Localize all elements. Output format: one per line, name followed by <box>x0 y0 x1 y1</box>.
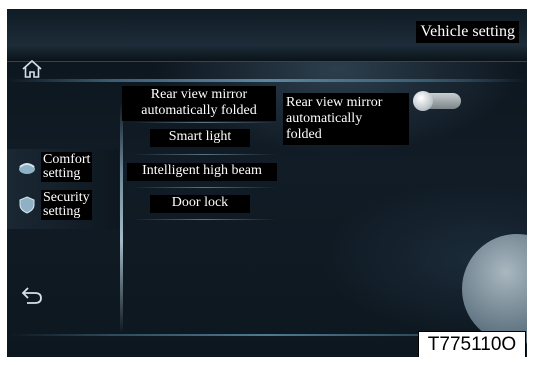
nav-item-label: Comfort setting <box>41 152 93 182</box>
nav-item-comfort-setting[interactable]: Comfort setting <box>17 149 117 185</box>
menu-item-mirror-fold[interactable]: Rear view mirror automatically folded <box>122 86 276 121</box>
nav-item-label: Security setting <box>41 190 92 220</box>
infotainment-screen: Vehicle setting Comfort setting Security… <box>7 9 527 357</box>
menu-separator <box>132 187 277 188</box>
figure-code: T775110O <box>418 331 526 357</box>
home-icon[interactable] <box>20 57 44 81</box>
menu-item-intelligent-high-beam[interactable]: Intelligent high beam <box>127 163 277 181</box>
menu-item-smart-light[interactable]: Smart light <box>150 129 250 147</box>
menu-separator <box>132 154 277 155</box>
nav-item-security-setting[interactable]: Security setting <box>17 187 117 223</box>
menu-divider <box>120 103 123 333</box>
back-arrow-icon[interactable] <box>20 284 44 306</box>
shield-icon <box>19 196 35 214</box>
menu-item-door-lock[interactable]: Door lock <box>150 195 250 213</box>
menu-separator <box>132 122 277 123</box>
toggle-knob <box>413 91 433 111</box>
menu-separator <box>132 219 277 220</box>
mirror-fold-toggle[interactable] <box>413 91 461 111</box>
seat-icon <box>19 163 35 174</box>
header-divider <box>7 79 527 82</box>
page-title: Vehicle setting <box>416 21 519 43</box>
decorative-dome <box>462 234 527 344</box>
detail-label: Rear view mirror automatically folded <box>283 93 409 145</box>
